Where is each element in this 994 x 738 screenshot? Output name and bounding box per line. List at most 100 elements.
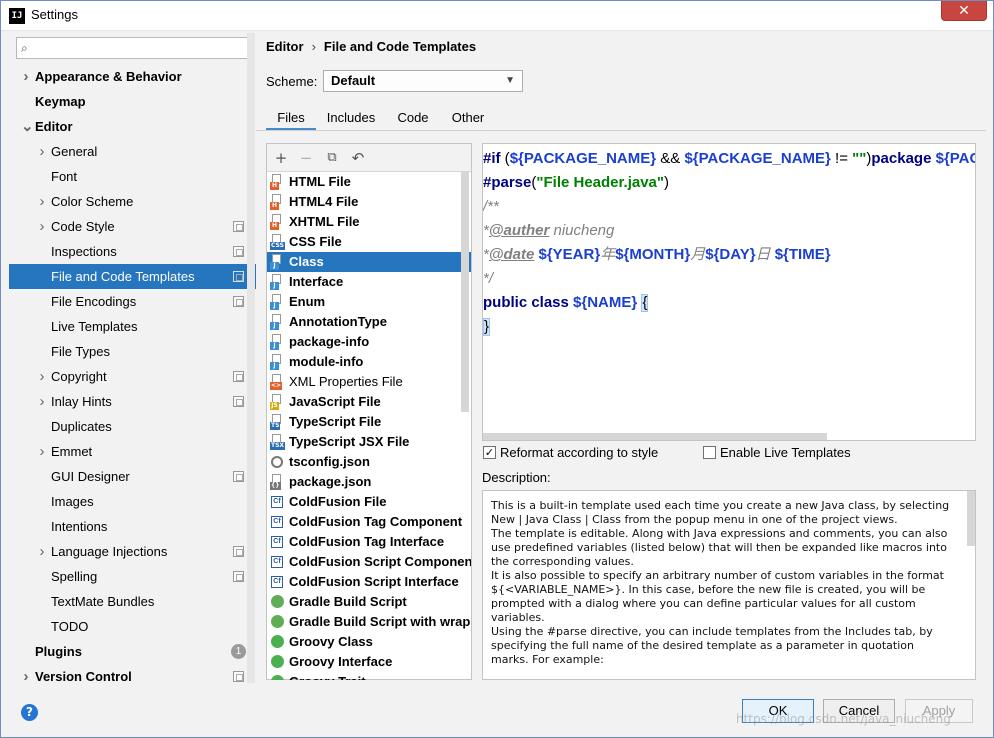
- chevron-right-icon[interactable]: ›: [37, 539, 47, 564]
- template-list-item[interactable]: Cf ColdFusion Script Component: [267, 552, 471, 572]
- sidebar-item[interactable]: › Code Style: [9, 214, 256, 239]
- remove-template-button[interactable]: −: [297, 149, 315, 167]
- chevron-right-icon[interactable]: ›: [37, 139, 47, 164]
- template-list-item[interactable]: Gradle Build Script: [267, 592, 471, 612]
- template-list-item[interactable]: Groovy Class: [267, 632, 471, 652]
- chevron-right-icon[interactable]: ›: [37, 439, 47, 464]
- reset-template-button[interactable]: ↶: [349, 149, 367, 167]
- template-list-item[interactable]: J Enum: [267, 292, 471, 312]
- close-button[interactable]: ✕: [941, 1, 987, 21]
- tab-other[interactable]: Other: [446, 107, 490, 131]
- tab-code[interactable]: Code: [392, 107, 434, 131]
- breadcrumb-parent[interactable]: Editor: [266, 39, 304, 54]
- template-list-item[interactable]: Cf ColdFusion Script Interface: [267, 572, 471, 592]
- sidebar-item[interactable]: File and Code Templates: [9, 264, 256, 289]
- template-list-item[interactable]: JS JavaScript File: [267, 392, 471, 412]
- code-token: ${TIME}: [774, 246, 831, 263]
- template-list-scrollbar[interactable]: [461, 172, 469, 412]
- sidebar-item[interactable]: Duplicates: [9, 414, 256, 439]
- sidebar-item[interactable]: › Inlay Hints: [9, 389, 256, 414]
- chevron-right-icon[interactable]: ›: [37, 189, 47, 214]
- code-token: 年: [600, 246, 616, 263]
- sidebar-item[interactable]: TODO: [9, 614, 256, 639]
- template-list-item[interactable]: H HTML4 File: [267, 192, 471, 212]
- template-list-item[interactable]: <> XML Properties File: [267, 372, 471, 392]
- sidebar-item[interactable]: › Appearance & Behavior: [9, 64, 256, 89]
- help-button[interactable]: ?: [21, 704, 38, 721]
- live-templates-checkbox[interactable]: [703, 446, 716, 459]
- template-name: ColdFusion Script Component: [289, 554, 471, 569]
- template-list-item[interactable]: Jpackage-info: [267, 332, 471, 352]
- sidebar-scrollbar[interactable]: [247, 33, 255, 683]
- template-list-item[interactable]: TS TypeScript File: [267, 412, 471, 432]
- live-templates-label[interactable]: Enable Live Templates: [720, 445, 851, 460]
- chevron-right-icon[interactable]: ›: [37, 364, 47, 389]
- sidebar-item[interactable]: Font: [9, 164, 256, 189]
- sidebar-item[interactable]: Images: [9, 489, 256, 514]
- sidebar-item[interactable]: Spelling: [9, 564, 256, 589]
- sidebar-item-label: Inlay Hints: [51, 394, 112, 409]
- template-list-item[interactable]: Gradle Build Script with wrapper: [267, 612, 471, 632]
- template-list-item[interactable]: CSS CSS File: [267, 232, 471, 252]
- description-scrollbar[interactable]: [967, 491, 975, 546]
- sidebar-item[interactable]: TextMate Bundles: [9, 589, 256, 614]
- template-list-item[interactable]: Groovy Trait: [267, 672, 471, 680]
- tab-includes[interactable]: Includes: [322, 107, 380, 131]
- chevron-right-icon[interactable]: ›: [37, 214, 47, 239]
- template-list-item[interactable]: tsconfig.json: [267, 452, 471, 472]
- template-list-item[interactable]: J Interface: [267, 272, 471, 292]
- sidebar-item-label: GUI Designer: [51, 469, 130, 484]
- template-name: CSS File: [289, 234, 342, 249]
- sidebar-item-label: Appearance & Behavior: [35, 69, 182, 84]
- tab-files[interactable]: Files: [266, 107, 316, 131]
- template-list-item[interactable]: TSX TypeScript JSX File: [267, 432, 471, 452]
- sidebar-item[interactable]: ⌄ Editor: [9, 114, 256, 139]
- sidebar-item[interactable]: Plugins 1: [9, 639, 256, 664]
- sidebar-item[interactable]: Intentions: [9, 514, 256, 539]
- sidebar-item[interactable]: GUI Designer: [9, 464, 256, 489]
- template-list-item[interactable]: Cf ColdFusion Tag Interface: [267, 532, 471, 552]
- template-name: HTML4 File: [289, 194, 359, 209]
- chevron-right-icon[interactable]: ›: [21, 64, 31, 89]
- add-template-button[interactable]: +: [272, 149, 290, 167]
- reformat-label[interactable]: Reformat according to style: [500, 445, 658, 460]
- sidebar-item[interactable]: Live Templates: [9, 314, 256, 339]
- sidebar-item[interactable]: Keymap: [9, 89, 256, 114]
- copy-template-button[interactable]: ⧉: [323, 149, 341, 167]
- sidebar-item[interactable]: › Language Injections: [9, 539, 256, 564]
- template-list-item[interactable]: Jmodule-info: [267, 352, 471, 372]
- code-line: }: [483, 315, 491, 339]
- template-name: XHTML File: [289, 214, 360, 229]
- sidebar-item[interactable]: › Version Control: [9, 664, 256, 689]
- chevron-right-icon[interactable]: ›: [37, 389, 47, 414]
- sidebar-item[interactable]: › General: [9, 139, 256, 164]
- reformat-checkbox[interactable]: ✓: [483, 446, 496, 459]
- description-box: This is a built-in template used each ti…: [482, 490, 976, 680]
- chevron-down-icon[interactable]: ⌄: [21, 114, 34, 139]
- settings-search-input[interactable]: ⌕: [16, 37, 249, 59]
- sidebar-item[interactable]: › Emmet: [9, 439, 256, 464]
- template-list-item[interactable]: J AnnotationType: [267, 312, 471, 332]
- editor-horizontal-scrollbar[interactable]: [483, 433, 827, 440]
- chevron-right-icon[interactable]: ›: [21, 664, 31, 689]
- sidebar-item[interactable]: › Copyright: [9, 364, 256, 389]
- code-line: #parse("File Header.java"): [483, 171, 669, 195]
- template-list-item[interactable]: Cf ColdFusion File: [267, 492, 471, 512]
- code-token: ${YEAR}: [538, 246, 601, 263]
- sidebar-item[interactable]: File Encodings: [9, 289, 256, 314]
- code-line: /**: [483, 195, 499, 219]
- template-list-item[interactable]: H XHTML File: [267, 212, 471, 232]
- template-list-item[interactable]: Cf ColdFusion Tag Component: [267, 512, 471, 532]
- template-list-item[interactable]: H HTML File: [267, 172, 471, 192]
- sidebar-item[interactable]: › Color Scheme: [9, 189, 256, 214]
- window-title: Settings: [31, 7, 78, 22]
- scheme-dropdown[interactable]: Default ▼: [323, 70, 523, 92]
- template-editor[interactable]: #if (${PACKAGE_NAME} && ${PACKAGE_NAME} …: [482, 143, 976, 441]
- sidebar-item-label: Images: [51, 494, 94, 509]
- template-list-item[interactable]: J Class: [267, 252, 471, 272]
- template-list-item[interactable]: Groovy Interface: [267, 652, 471, 672]
- sidebar-item[interactable]: File Types: [9, 339, 256, 364]
- sidebar-item[interactable]: Inspections: [9, 239, 256, 264]
- file-type-tag: H: [270, 182, 279, 190]
- template-list-item[interactable]: {} package.json: [267, 472, 471, 492]
